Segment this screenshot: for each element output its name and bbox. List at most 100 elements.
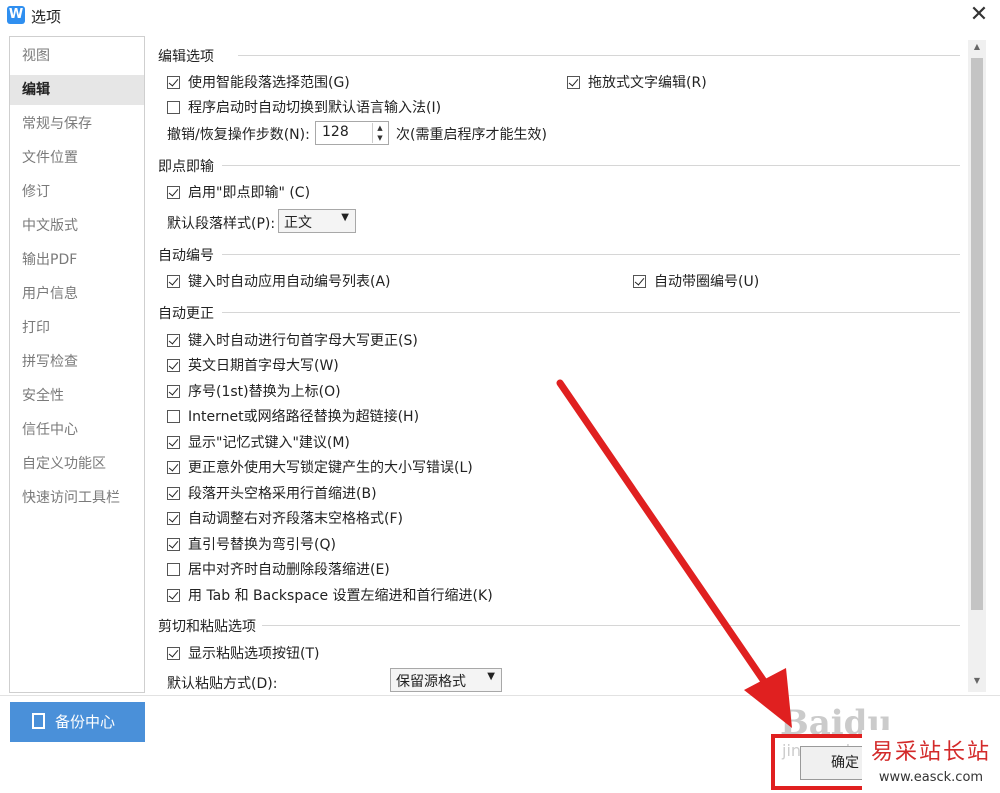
autocorrect-option[interactable]: 序号(1st)替换为上标(O) bbox=[167, 381, 341, 401]
drag-edit-label: 拖放式文字编辑(R) bbox=[588, 75, 707, 91]
autocorrect-option[interactable]: Internet或网络路径替换为超链接(H) bbox=[167, 406, 419, 426]
site-badge-title: 易采站长站 bbox=[870, 740, 991, 765]
autocorrect-option[interactable]: 键入时自动进行句首字母大写更正(S) bbox=[167, 330, 418, 350]
section-divider bbox=[222, 165, 960, 166]
autocorrect-option[interactable]: 更正意外使用大写锁定键产生的大小写错误(L) bbox=[167, 457, 473, 477]
chevron-down-icon: ▼ bbox=[487, 671, 495, 682]
auto-ime-option[interactable]: 程序启动时自动切换到默认语言输入法(I) bbox=[167, 97, 441, 117]
circle-number-option[interactable]: 自动带圈编号(U) bbox=[633, 271, 759, 291]
autocorrect-checkbox[interactable] bbox=[167, 512, 180, 525]
autocorrect-label: 直引号替换为弯引号(Q) bbox=[188, 537, 336, 553]
sidebar-item-spellcheck[interactable]: 拼写检查 bbox=[10, 347, 144, 377]
undo-steps-label: 撤销/恢复操作步数(N): bbox=[167, 127, 310, 143]
auto-list-label: 键入时自动应用自动编号列表(A) bbox=[188, 274, 391, 290]
autocorrect-checkbox[interactable] bbox=[167, 385, 180, 398]
autocorrect-checkbox[interactable] bbox=[167, 436, 180, 449]
autocorrect-checkbox[interactable] bbox=[167, 538, 180, 551]
auto-ime-checkbox[interactable] bbox=[167, 101, 180, 114]
options-content: 编辑选项 使用智能段落选择范围(G) 拖放式文字编辑(R) 程序启动时自动切换到… bbox=[150, 36, 992, 693]
paste-button-label: 显示粘贴选项按钮(T) bbox=[188, 646, 320, 662]
sidebar-item-print[interactable]: 打印 bbox=[10, 313, 144, 343]
site-badge-url: www.easck.com bbox=[878, 770, 984, 785]
drag-edit-option[interactable]: 拖放式文字编辑(R) bbox=[567, 72, 707, 92]
autocorrect-label: 段落开头空格采用行首缩进(B) bbox=[188, 486, 377, 502]
paste-button-option[interactable]: 显示粘贴选项按钮(T) bbox=[167, 643, 319, 663]
section-divider bbox=[262, 625, 960, 626]
options-sidebar: 视图 编辑 常规与保存 文件位置 修订 中文版式 输出PDF 用户信息 打印 拼… bbox=[9, 36, 145, 693]
backup-icon bbox=[32, 713, 45, 729]
circle-number-label: 自动带圈编号(U) bbox=[654, 274, 760, 290]
autocorrect-option[interactable]: 英文日期首字母大写(W) bbox=[167, 355, 339, 375]
undo-steps-value: 128 bbox=[322, 124, 349, 140]
autocorrect-label: 英文日期首字母大写(W) bbox=[188, 358, 339, 374]
sidebar-item-chinese-layout[interactable]: 中文版式 bbox=[10, 211, 144, 241]
spin-up-icon[interactable]: ▲ bbox=[372, 123, 387, 133]
backup-center-label: 备份中心 bbox=[55, 713, 116, 731]
autocorrect-label: 显示"记忆式键入"建议(M) bbox=[188, 435, 350, 451]
section-title-click-type: 即点即输 bbox=[158, 159, 214, 175]
click-type-option[interactable]: 启用"即点即输" (C) bbox=[167, 182, 310, 202]
autocorrect-checkbox[interactable] bbox=[167, 563, 180, 576]
section-title-auto-number: 自动编号 bbox=[158, 248, 214, 264]
sidebar-item-edit[interactable]: 编辑 bbox=[10, 75, 144, 105]
autocorrect-label: 键入时自动进行句首字母大写更正(S) bbox=[188, 333, 418, 349]
section-title-auto-correct: 自动更正 bbox=[158, 306, 214, 322]
autocorrect-option[interactable]: 自动调整右对齐段落末空格格式(F) bbox=[167, 508, 403, 528]
circle-number-checkbox[interactable] bbox=[633, 275, 646, 288]
scroll-up-icon[interactable]: ▲ bbox=[971, 42, 983, 54]
spin-down-icon[interactable]: ▼ bbox=[372, 133, 387, 143]
smart-select-checkbox[interactable] bbox=[167, 76, 180, 89]
sidebar-item-general-save[interactable]: 常规与保存 bbox=[10, 109, 144, 139]
undo-steps-note: 次(需重启程序才能生效) bbox=[396, 127, 547, 143]
chevron-down-icon: ▼ bbox=[341, 212, 349, 223]
sidebar-item-view[interactable]: 视图 bbox=[10, 41, 144, 71]
paste-button-checkbox[interactable] bbox=[167, 647, 180, 660]
section-divider bbox=[238, 55, 960, 56]
autocorrect-option[interactable]: 段落开头空格采用行首缩进(B) bbox=[167, 483, 377, 503]
wps-logo-icon: W bbox=[7, 6, 25, 24]
autocorrect-checkbox[interactable] bbox=[167, 334, 180, 347]
section-title-edit: 编辑选项 bbox=[158, 49, 214, 65]
default-paste-dropdown[interactable]: 保留源格式 ▼ bbox=[390, 668, 502, 692]
sidebar-item-user-info[interactable]: 用户信息 bbox=[10, 279, 144, 309]
sidebar-item-trust-center[interactable]: 信任中心 bbox=[10, 415, 144, 445]
autocorrect-checkbox[interactable] bbox=[167, 589, 180, 602]
default-style-dropdown[interactable]: 正文 ▼ bbox=[278, 209, 356, 233]
sidebar-item-quick-access-toolbar[interactable]: 快速访问工具栏 bbox=[10, 483, 144, 513]
backup-center-button[interactable]: 备份中心 bbox=[10, 702, 145, 742]
site-badge: 易采站长站 www.easck.com bbox=[862, 730, 1000, 793]
scroll-down-icon[interactable]: ▼ bbox=[971, 676, 983, 688]
auto-list-option[interactable]: 键入时自动应用自动编号列表(A) bbox=[167, 271, 391, 291]
autocorrect-checkbox[interactable] bbox=[167, 359, 180, 372]
default-paste-value: 保留源格式 bbox=[396, 674, 466, 690]
smart-select-option[interactable]: 使用智能段落选择范围(G) bbox=[167, 72, 350, 92]
autocorrect-checkbox[interactable] bbox=[167, 487, 180, 500]
sidebar-item-export-pdf[interactable]: 输出PDF bbox=[10, 245, 144, 275]
section-divider bbox=[222, 312, 960, 313]
section-divider bbox=[222, 254, 960, 255]
scrollbar-thumb[interactable] bbox=[971, 58, 983, 610]
default-style-value: 正文 bbox=[284, 215, 312, 231]
footer-divider bbox=[0, 695, 1000, 696]
autocorrect-option[interactable]: 居中对齐时自动删除段落缩进(E) bbox=[167, 559, 390, 579]
autocorrect-option[interactable]: 用 Tab 和 Backspace 设置左缩进和首行缩进(K) bbox=[167, 585, 493, 605]
autocorrect-option[interactable]: 直引号替换为弯引号(Q) bbox=[167, 534, 336, 554]
autocorrect-label: 自动调整右对齐段落末空格格式(F) bbox=[188, 511, 403, 527]
autocorrect-checkbox[interactable] bbox=[167, 461, 180, 474]
auto-list-checkbox[interactable] bbox=[167, 275, 180, 288]
autocorrect-checkbox[interactable] bbox=[167, 410, 180, 423]
close-button[interactable]: ✕ bbox=[966, 2, 992, 28]
sidebar-item-security[interactable]: 安全性 bbox=[10, 381, 144, 411]
sidebar-item-customize-ribbon[interactable]: 自定义功能区 bbox=[10, 449, 144, 479]
sidebar-item-file-location[interactable]: 文件位置 bbox=[10, 143, 144, 173]
default-paste-label: 默认粘贴方式(D): bbox=[167, 676, 278, 692]
autocorrect-label: 更正意外使用大写锁定键产生的大小写错误(L) bbox=[188, 460, 473, 476]
drag-edit-checkbox[interactable] bbox=[567, 76, 580, 89]
undo-steps-stepper[interactable]: 128 ▲ ▼ bbox=[315, 121, 389, 145]
autocorrect-label: Internet或网络路径替换为超链接(H) bbox=[188, 409, 420, 425]
autocorrect-option[interactable]: 显示"记忆式键入"建议(M) bbox=[167, 432, 350, 452]
click-type-checkbox[interactable] bbox=[167, 186, 180, 199]
dialog-title: 选项 bbox=[31, 8, 62, 26]
auto-ime-label: 程序启动时自动切换到默认语言输入法(I) bbox=[188, 100, 442, 116]
sidebar-item-revision[interactable]: 修订 bbox=[10, 177, 144, 207]
